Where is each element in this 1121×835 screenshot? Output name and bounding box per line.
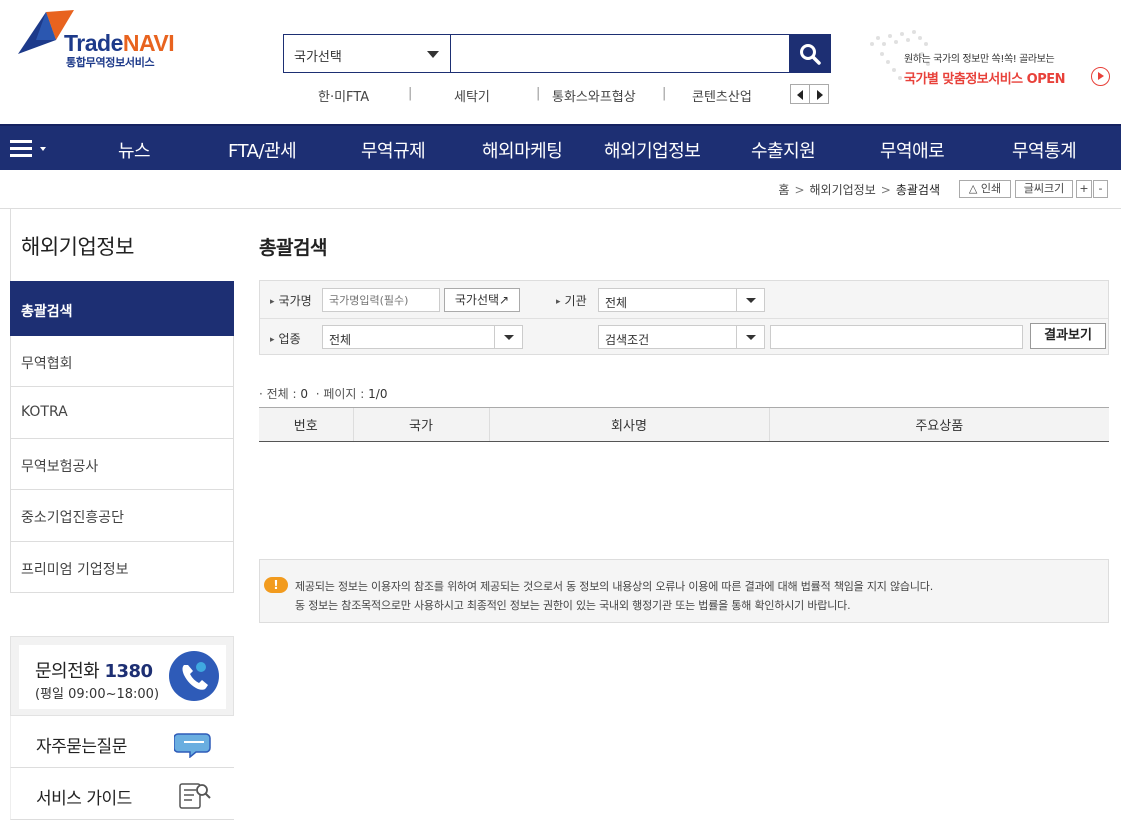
call-number: 1380 [104,661,153,682]
service-guide-link[interactable]: 서비스 가이드 [10,768,234,820]
call-center-title: 문의전화 1380 [35,661,153,682]
sidebar-title: 해외기업정보 [10,209,234,281]
global-search: 국가선택 [283,34,831,73]
nav-trade-regulation[interactable]: 무역규제 [361,137,426,163]
nav-trade-difficulty[interactable]: 무역애로 [880,137,945,163]
promo-line2: 국가별 맞춤정보서비스 OPEN [904,72,1066,87]
col-company: 회사명 [488,407,769,442]
agency-select-value: 전체 [605,296,628,310]
sidebar-item-integrated-search[interactable]: 총괄검색 [10,284,234,336]
disclaimer-line2: 동 정보는 참조목적으로만 사용하시고 최종적인 정보는 권한이 있는 국내외 … [295,599,851,612]
nav-news[interactable]: 뉴스 [118,137,151,163]
country-select[interactable]: 국가선택 [283,34,451,73]
breadcrumb: 홈 > 해외기업정보 > 총괄검색 [778,183,940,197]
agency-select[interactable]: 전체 [598,288,765,312]
service-guide-label: 서비스 가이드 [36,789,132,809]
country-label: 국가명 [270,292,312,309]
search-form: 국가명 국가선택↗ 기관 전체 업종 전체 검색조건 결과보기 [259,280,1109,355]
sidebar-item-sbc[interactable]: 중소기업진흥공단 [10,490,234,542]
disclaimer-line1: 제공되는 정보는 이용자의 참조를 위하여 제공되는 것으로서 동 정보의 내용… [295,580,933,593]
total-count: 0 [300,387,309,401]
search-condition-select[interactable]: 검색조건 [598,325,765,349]
faq-label: 자주묻는질문 [36,737,127,757]
call-hours: (평일 09:00~18:00) [35,687,160,702]
disclaimer-notice: ! 제공되는 정보는 이용자의 참조를 위하여 제공되는 것으로서 동 정보의 … [259,559,1109,623]
main-navigation: 뉴스 FTA/관세 무역규제 해외마케팅 해외기업정보 수출지원 무역애로 무역… [0,124,1121,170]
document-search-icon [179,783,211,809]
promo-banner[interactable]: 원하는 국가의 정보만 쏙!쏙! 골라보는 국가별 맞춤정보서비스 OPEN [862,24,1112,94]
results-table: 번호 국가 회사명 주요상품 [259,407,1109,442]
sidebar-item-kotra[interactable]: KOTRA [10,387,234,439]
search-button[interactable] [789,34,831,73]
warning-icon: ! [264,577,288,593]
quick-keywords-nav [790,84,830,104]
nav-fta-customs[interactable]: FTA/관세 [228,137,297,163]
keyword-input[interactable] [770,325,1023,349]
nav-trade-statistics[interactable]: 무역통계 [1012,137,1077,163]
industry-label: 업종 [270,330,301,347]
chevron-left-icon[interactable] [790,84,810,104]
font-size-plus-button[interactable]: + [1076,180,1092,198]
logo-brand: TradeNAVI [64,30,175,56]
help-panel: 문의전화 1380 (평일 09:00~18:00) 자주묻는질문 서비스 가이… [10,636,234,826]
nav-export-support[interactable]: 수출지원 [751,137,816,163]
separator: | [662,86,667,101]
sidebar-menu: 총괄검색 무역협회 KOTRA 무역보험공사 중소기업진흥공단 프리미엄 기업정… [10,281,234,593]
font-size-minus-button[interactable]: - [1093,180,1108,198]
main-content: 총괄검색 국가명 국가선택↗ 기관 전체 업종 전체 검색조건 결과보기 · 전… [259,209,1109,829]
tradenavi-logo[interactable]: TradeNAVI 통합무역정보서비스 [16,10,206,70]
breadcrumb-home[interactable]: 홈 [778,183,789,197]
separator: | [536,86,541,101]
page-title: 총괄검색 [259,237,327,259]
page-indicator: 1/0 [368,387,388,401]
call-center-box: 문의전화 1380 (평일 09:00~18:00) [10,636,234,716]
search-input[interactable] [450,34,790,73]
sidebar-item-kita[interactable]: 무역협회 [10,335,234,387]
phone-icon [169,651,219,701]
external-link-icon: ↗ [499,293,510,307]
logo-subtitle: 통합무역정보서비스 [66,56,155,69]
font-size-label: 글씨크기 [1015,180,1073,198]
nav-overseas-company-info[interactable]: 해외기업정보 [604,137,701,163]
country-name-input[interactable] [322,288,440,312]
site-header: TradeNAVI 통합무역정보서비스 국가선택 한·미FTA | 세탁기 | … [0,0,1121,124]
quick-link-content-industry[interactable]: 콘텐츠산업 [692,86,752,105]
breadcrumb-section[interactable]: 해외기업정보 [810,183,876,197]
col-number: 번호 [259,407,353,442]
chevron-down-icon [494,326,522,348]
breadcrumb-current: 총괄검색 [895,183,940,197]
country-select-value: 국가선택 [294,50,342,65]
industry-select[interactable]: 전체 [322,325,523,349]
printer-icon: △ [968,182,978,195]
agency-label: 기관 [556,292,587,309]
quick-link-kor-us-fta[interactable]: 한·미FTA [318,86,369,105]
speech-bubble-icon [174,733,211,758]
all-menu-button[interactable] [10,138,50,160]
chevron-down-icon [736,289,764,311]
col-main-products: 주요상품 [768,407,1109,442]
industry-select-value: 전체 [329,333,352,347]
play-arrow-icon[interactable] [1091,67,1110,86]
search-condition-value: 검색조건 [605,333,650,347]
view-results-button[interactable]: 결과보기 [1030,323,1106,349]
chevron-down-icon [427,51,439,58]
location-bar: 홈 > 해외기업정보 > 총괄검색 △ 인쇄 글씨크기 + - [0,170,1121,209]
chevron-down-icon [40,147,46,151]
chevron-right-icon[interactable] [809,84,829,104]
nav-overseas-marketing[interactable]: 해외마케팅 [482,137,563,163]
search-icon [800,44,821,65]
print-button[interactable]: △ 인쇄 [959,180,1011,198]
quick-link-currency-swap[interactable]: 통화스와프협상 [552,86,636,105]
table-header-row: 번호 국가 회사명 주요상품 [259,407,1109,442]
quick-link-washer[interactable]: 세탁기 [454,86,490,105]
sidebar-item-ksure[interactable]: 무역보험공사 [10,438,234,490]
col-country: 국가 [352,407,489,442]
promo-line1: 원하는 국가의 정보만 쏙!쏙! 골라보는 [904,54,1055,65]
separator: | [408,86,413,101]
faq-link[interactable]: 자주묻는질문 [10,716,234,768]
chevron-down-icon [736,326,764,348]
country-select-button[interactable]: 국가선택↗ [444,288,520,312]
sidebar-item-premium[interactable]: 프리미엄 기업정보 [10,541,234,593]
result-summary: · 전체 : 0 · 페이지 : 1/0 [259,387,388,401]
